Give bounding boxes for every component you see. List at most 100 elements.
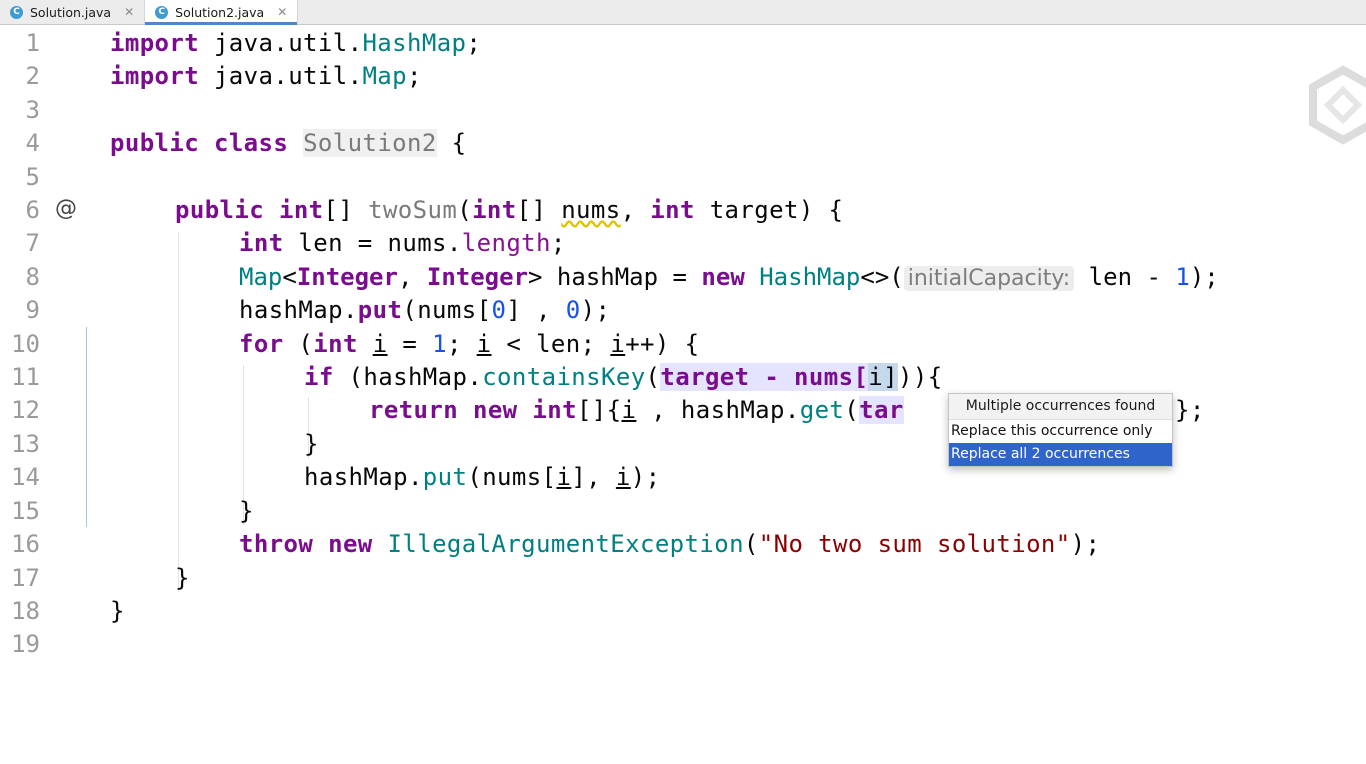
code-text: }	[110, 597, 125, 625]
code-text: (	[645, 363, 661, 391]
class-name: Map	[362, 62, 408, 90]
class-name: HashMap	[362, 29, 467, 57]
class-name: IllegalArgumentException	[387, 530, 744, 558]
keyword: return	[369, 396, 459, 424]
line-number: 1	[25, 29, 40, 57]
keyword: throw	[239, 530, 314, 558]
line-number: 2	[25, 62, 40, 90]
loop-variable: i	[372, 330, 388, 358]
loop-variable: i	[476, 330, 492, 358]
keyword: int	[313, 330, 358, 358]
code-text: );	[580, 296, 611, 324]
code-text: java.util.	[199, 62, 363, 90]
code-line-18: }	[110, 595, 125, 628]
line-number: 17	[11, 564, 40, 592]
code-text: (	[844, 396, 860, 424]
class-name: Solution2	[303, 129, 437, 157]
keyword: int	[239, 229, 284, 257]
number-literal: 0	[565, 296, 581, 324]
keyword: public	[175, 196, 265, 224]
code-line-7: int len = nums.length;	[239, 227, 566, 260]
line-number: 15	[11, 497, 40, 525]
line-number: 3	[25, 96, 40, 124]
selected-expression[interactable]: tar	[859, 396, 904, 424]
code-line-6: public int[] twoSum(int[] nums, int targ…	[175, 194, 843, 227]
code-text: []{	[576, 396, 622, 424]
code-text: hashMap.	[239, 296, 358, 324]
code-line-17: }	[175, 562, 190, 595]
method-name: containsKey	[482, 363, 646, 391]
code-text: ;	[550, 229, 566, 257]
popup-title: Multiple occurrences found	[949, 394, 1172, 420]
logo-watermark-icon	[1309, 65, 1366, 145]
class-name: HashMap	[759, 263, 861, 291]
code-text: []	[323, 196, 369, 224]
code-text: (	[743, 530, 759, 558]
code-text: <>(	[860, 263, 904, 291]
line-number: 6	[25, 196, 40, 224]
code-line-13: }	[304, 428, 319, 461]
loop-variable: i	[610, 330, 626, 358]
loop-variable: i	[556, 463, 572, 491]
loop-variable: i	[621, 396, 637, 424]
line-number: 10	[11, 330, 40, 358]
code-text: )){	[898, 363, 943, 391]
code-text: []	[516, 196, 562, 224]
code-line-9: hashMap.put(nums[0] , 0);	[239, 294, 610, 327]
tab-label: Solution2.java	[175, 4, 265, 20]
line-number: 18	[11, 597, 40, 625]
code-text: , hashMap.	[636, 396, 800, 424]
close-icon[interactable]: ✕	[124, 5, 134, 19]
code-text: };	[1175, 396, 1205, 424]
code-text: hashMap.	[304, 463, 423, 491]
keyword: int	[650, 196, 695, 224]
code-text: > hashMap =	[528, 263, 702, 291]
code-line-1: import java.util.HashMap;	[110, 27, 481, 60]
class-name: Integer	[426, 263, 529, 291]
line-number: 19	[11, 630, 40, 658]
code-line-15: }	[239, 495, 254, 528]
code-line-11: if (hashMap.containsKey(target - nums[i]…	[304, 361, 943, 394]
override-marker-icon[interactable]: @	[55, 196, 77, 221]
close-icon[interactable]: ✕	[277, 5, 287, 19]
code-text: ,	[620, 196, 651, 224]
code-text: (	[457, 196, 473, 224]
code-text: java.util.	[199, 29, 363, 57]
code-text: }	[175, 564, 190, 592]
method-name: get	[799, 396, 845, 424]
tab-solution2-java[interactable]: C Solution2.java ✕	[145, 0, 299, 25]
selected-expression[interactable]: target - nums[	[660, 363, 869, 391]
keyword: int	[472, 196, 517, 224]
line-number: 5	[25, 163, 40, 191]
loop-variable: i	[615, 463, 631, 491]
scope-indicator	[86, 327, 87, 527]
code-text: );	[630, 463, 661, 491]
code-text: (nums[	[402, 296, 492, 324]
code-text: <	[282, 263, 297, 291]
number-literal: 0	[491, 296, 507, 324]
code-text: ;	[446, 330, 477, 358]
replace-all-occurrences-option[interactable]: Replace all 2 occurrences	[949, 443, 1172, 466]
code-line-2: import java.util.Map;	[110, 60, 422, 93]
keyword: class	[213, 129, 289, 157]
code-text: ++) {	[625, 330, 700, 358]
code-text: (hashMap.	[333, 363, 483, 391]
code-text: {	[436, 129, 467, 157]
code-line-4: public class Solution2 {	[110, 127, 466, 160]
parameter: target	[694, 196, 799, 224]
caret-selection[interactable]: i]	[868, 363, 898, 391]
number-literal: 1	[432, 330, 447, 358]
keyword: for	[239, 330, 284, 358]
code-text: < len;	[491, 330, 611, 358]
tab-solution-java[interactable]: C Solution.java ✕	[0, 0, 146, 24]
method-name: put	[357, 296, 403, 324]
method-name: put	[422, 463, 468, 491]
code-text: ,	[397, 263, 427, 291]
line-number: 16	[11, 530, 40, 558]
replace-this-occurrence-option[interactable]: Replace this occurrence only	[949, 420, 1172, 443]
occurrences-popup: Multiple occurrences found Replace this …	[948, 393, 1173, 467]
code-line-8: Map<Integer, Integer> hashMap = new Hash…	[239, 261, 1219, 295]
